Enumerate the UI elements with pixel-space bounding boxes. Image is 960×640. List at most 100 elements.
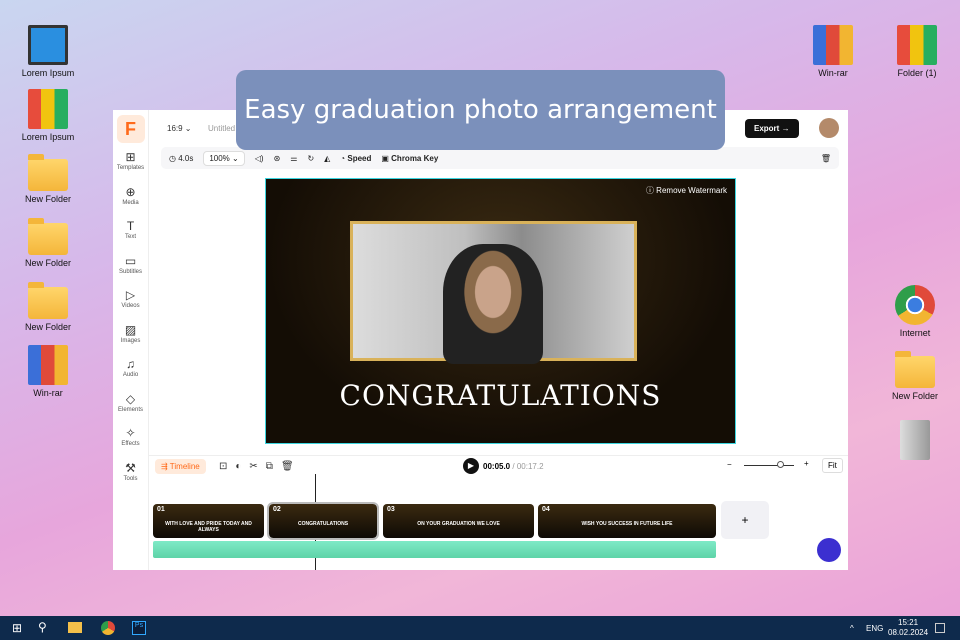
timeline-panel: ⇶ Timeline ⊡◐✂⧉🗑 ▶ 00:05.0 / 00:17.2 − +…: [149, 455, 848, 570]
sidebar-item-label: Images: [120, 337, 141, 344]
remove-watermark-button[interactable]: ⓘ Remove Watermark: [646, 185, 727, 196]
headline-text[interactable]: CONGRATULATIONS: [266, 379, 735, 412]
sidebar-item-label: Elements: [117, 406, 143, 413]
sidebar-item-elements[interactable]: ◇ Elements: [113, 391, 148, 426]
timeline-tab[interactable]: ⇶ Timeline: [155, 459, 206, 474]
clip-text: ON YOUR GRADUATION WE LOVE: [417, 521, 500, 527]
desktop-icon[interactable]: Internet: [880, 285, 950, 338]
templates-icon: ⊞: [125, 150, 136, 164]
desktop-icon[interactable]: New Folder: [13, 153, 83, 204]
sidebar-item-audio[interactable]: ♫ Audio: [113, 356, 148, 391]
fit-button[interactable]: Fit: [822, 458, 843, 473]
desktop-icon[interactable]: Folder (1): [882, 25, 952, 78]
sidebar-item-tools[interactable]: ⚒ Tools: [113, 460, 148, 495]
text-icon: T: [126, 219, 135, 233]
elements-icon: ◇: [125, 391, 136, 406]
clock[interactable]: 15:21 08.02.2024: [888, 618, 928, 638]
start-icon[interactable]: ⊞: [12, 621, 22, 635]
clip-number: 04: [542, 506, 550, 513]
adjust-icon[interactable]: ⚌: [290, 154, 297, 163]
desktop-icon[interactable]: Win-rar: [13, 345, 83, 398]
desktop-icon[interactable]: Win-rar: [798, 25, 868, 78]
rotate-icon[interactable]: ↻: [307, 154, 314, 163]
project-title[interactable]: Untitled: [208, 124, 235, 133]
subtitles-icon: ▭: [124, 253, 137, 268]
flip-icon[interactable]: ◭: [324, 154, 330, 163]
timeline-clip[interactable]: 02 CONGRATULATIONS: [267, 502, 379, 540]
zoom-out-button[interactable]: −: [727, 460, 732, 469]
desktop-icon[interactable]: New Folder: [13, 217, 83, 268]
audio-track[interactable]: [153, 541, 716, 558]
chroma-key-button[interactable]: ▣ Chroma Key: [381, 154, 438, 163]
preview-canvas[interactable]: ⓘ Remove Watermark CONGRATULATIONS: [265, 178, 736, 444]
desktop-icon[interactable]: New Folder: [880, 350, 950, 401]
timeline-tools[interactable]: ⊡◐✂⧉🗑: [219, 461, 302, 472]
duration-button[interactable]: ◷ 4.0s: [169, 154, 193, 163]
chat-button[interactable]: [817, 538, 841, 562]
winrar-icon: [813, 25, 853, 65]
filter-icon[interactable]: ⊛: [274, 154, 281, 163]
notification-icon[interactable]: [935, 623, 945, 633]
photoshop-icon[interactable]: Ps: [132, 621, 146, 635]
winrar-icon: [28, 345, 68, 385]
trash-icon: [900, 420, 930, 460]
chrome-icon: [895, 285, 935, 325]
folder-icon: [28, 218, 68, 255]
videos-icon: ▷: [125, 288, 136, 302]
total-time: / 00:17.2: [512, 462, 544, 471]
desktop-icon-label: Win-rar: [33, 388, 63, 398]
binders-icon: [28, 89, 68, 129]
timeline-clip[interactable]: 04 WISH YOU SUCCESS IN FUTURE LIFE: [538, 504, 716, 538]
current-time: 00:05.0: [483, 462, 511, 471]
file-explorer-icon[interactable]: [68, 622, 82, 633]
sidebar-item-media[interactable]: ⊕ Media: [113, 184, 148, 219]
desktop-icon-label: Win-rar: [818, 68, 848, 78]
export-button[interactable]: Export →: [745, 119, 799, 138]
sidebar-item-videos[interactable]: ▷ Videos: [113, 287, 148, 322]
sidebar-item-label: Effects: [121, 441, 140, 447]
search-icon[interactable]: ⚲: [38, 620, 47, 634]
chrome-icon[interactable]: [101, 621, 115, 635]
delete-icon[interactable]: 🗑: [821, 154, 831, 163]
sidebar-item-images[interactable]: ▨ Images: [113, 322, 148, 357]
sidebar-item-effects[interactable]: ✧ Effects: [113, 425, 148, 460]
graduate-photo: [443, 244, 543, 364]
clip-text: WITH LOVE AND PRIDE TODAY AND ALWAYS: [165, 521, 252, 533]
zoom-select[interactable]: 100% ⌄: [203, 150, 245, 166]
clip-number: 01: [157, 506, 165, 513]
sidebar-item-label: Text: [124, 234, 136, 240]
language-indicator[interactable]: ENG: [866, 624, 883, 633]
sidebar-item-subtitles[interactable]: ▭ Subtitles: [113, 253, 148, 288]
edit-toolbar: ◷ 4.0s 100% ⌄ ◁) ⊛ ⚌ ↻ ◭ ◔ Speed ▣ Chrom…: [161, 147, 839, 169]
desktop-icon[interactable]: [880, 420, 950, 463]
media-icon: ⊕: [125, 184, 136, 199]
desktop-icon[interactable]: New Folder: [13, 281, 83, 332]
zoom-slider[interactable]: [744, 465, 794, 466]
desktop-icon-label: New Folder: [891, 391, 938, 401]
aspect-ratio-select[interactable]: 16:9 ⌄: [167, 124, 192, 133]
sidebar-item-label: Media: [122, 199, 139, 206]
desktop-icon-label: New Folder: [24, 194, 71, 204]
add-clip-button[interactable]: +: [721, 501, 769, 539]
timeline-clip[interactable]: 01 WITH LOVE AND PRIDE TODAY AND ALWAYS: [153, 504, 264, 538]
sidebar-item-label: Templates: [116, 165, 145, 171]
audio-icon: ♫: [126, 357, 135, 371]
binders-icon: [897, 25, 937, 65]
folder-icon: [895, 351, 935, 388]
play-button[interactable]: ▶: [463, 458, 479, 474]
sidebar-item-text[interactable]: T Text: [113, 218, 148, 253]
volume-icon[interactable]: ◁): [255, 154, 264, 163]
sidebar-item-label: Audio: [122, 372, 139, 378]
sidebar: F ⊞ Templates ⊕ Media T Text ▭ Subtitles ▷ Videos…: [113, 110, 149, 570]
zoom-slider-thumb[interactable]: [777, 461, 784, 468]
avatar[interactable]: [819, 118, 839, 138]
sidebar-item-templates[interactable]: ⊞ Templates: [113, 149, 148, 184]
desktop-icon[interactable]: Lorem Ipsum: [13, 25, 83, 78]
desktop-icon[interactable]: Lorem Ipsum: [13, 89, 83, 142]
sidebar-item-label: Subtitles: [118, 268, 142, 275]
speed-button[interactable]: ◔ Speed: [340, 154, 371, 163]
timeline-clip[interactable]: 03 ON YOUR GRADUATION WE LOVE: [383, 504, 534, 538]
images-icon: ▨: [124, 322, 137, 337]
desktop-icon-label: Lorem Ipsum: [21, 132, 75, 142]
zoom-in-button[interactable]: +: [804, 459, 809, 468]
